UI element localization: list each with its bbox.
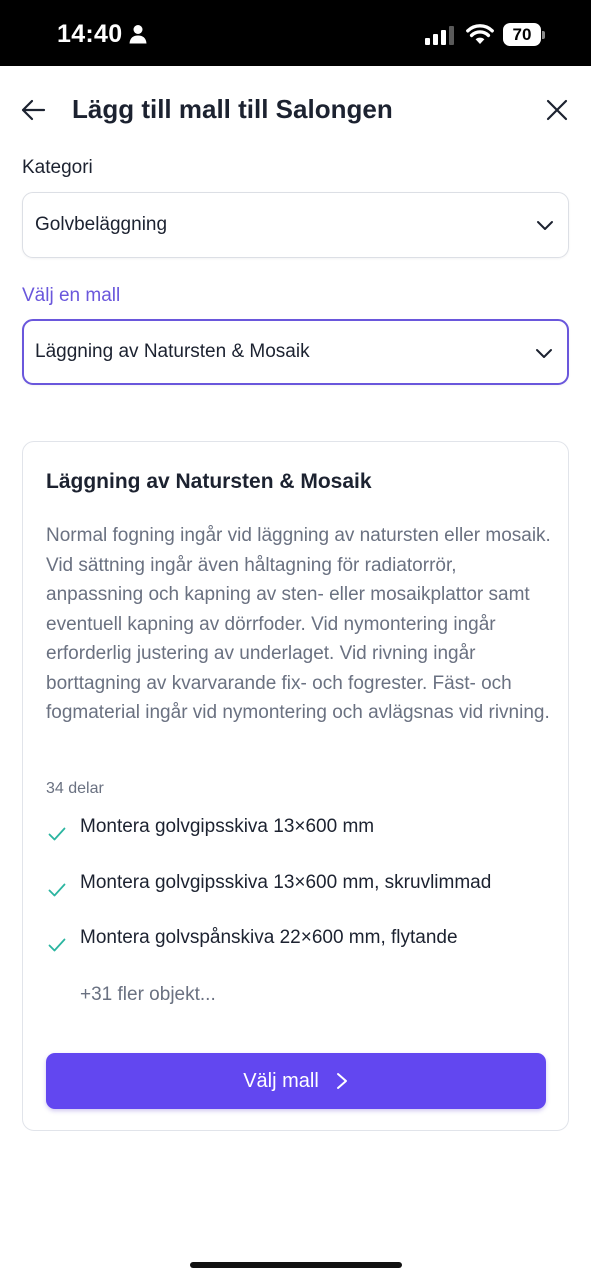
signal-icon bbox=[425, 26, 454, 45]
battery-level: 70 bbox=[512, 24, 532, 44]
chevron-right-icon bbox=[336, 1073, 347, 1089]
list-item: Montera golvgipsskiva 13×600 mm bbox=[46, 816, 556, 846]
list-item: Montera golvspånskiva 22×600 mm, flytand… bbox=[46, 927, 556, 957]
status-bar: 14:40 70 bbox=[0, 0, 591, 66]
page-title: Lägg till mall till Salongen bbox=[72, 94, 393, 124]
chevron-down-icon bbox=[536, 349, 552, 358]
check-icon bbox=[48, 883, 66, 897]
category-label: Kategori bbox=[22, 157, 93, 178]
template-label: Välj en mall bbox=[22, 285, 121, 306]
back-arrow-icon[interactable] bbox=[20, 97, 46, 123]
choose-template-label: Välj mall bbox=[243, 1069, 319, 1092]
battery-indicator: 70 bbox=[503, 23, 541, 46]
part-label: Montera golvgipsskiva 13×600 mm bbox=[80, 816, 375, 837]
wifi-icon bbox=[466, 24, 494, 44]
category-select[interactable]: Golvbeläggning bbox=[22, 192, 569, 258]
card-description: Normal fogning ingår vid läggning av nat… bbox=[46, 525, 551, 723]
template-preview-card: Läggning av Natursten & Mosaik Normal fo… bbox=[22, 441, 569, 1131]
list-item: Montera golvgipsskiva 13×600 mm, skruvli… bbox=[46, 872, 556, 902]
part-label: Montera golvgipsskiva 13×600 mm, skruvli… bbox=[80, 872, 492, 893]
close-icon[interactable] bbox=[545, 98, 569, 122]
choose-template-button[interactable]: Välj mall bbox=[46, 1053, 546, 1109]
category-value: Golvbeläggning bbox=[35, 214, 168, 235]
parts-count: 34 delar bbox=[46, 780, 104, 797]
check-icon bbox=[48, 827, 66, 841]
template-select[interactable]: Läggning av Natursten & Mosaik bbox=[22, 319, 569, 385]
template-value: Läggning av Natursten & Mosaik bbox=[35, 341, 310, 362]
header: Lägg till mall till Salongen bbox=[0, 66, 591, 154]
status-time: 14:40 bbox=[57, 20, 123, 48]
part-label: Montera golvspånskiva 22×600 mm, flytand… bbox=[80, 927, 458, 948]
card-title: Läggning av Natursten & Mosaik bbox=[46, 470, 372, 493]
battery-cap bbox=[542, 31, 545, 39]
check-icon bbox=[48, 938, 66, 952]
home-indicator bbox=[190, 1262, 402, 1268]
more-items-text: +31 fler objekt... bbox=[80, 984, 216, 1005]
person-icon bbox=[129, 25, 147, 44]
chevron-down-icon bbox=[537, 221, 553, 230]
